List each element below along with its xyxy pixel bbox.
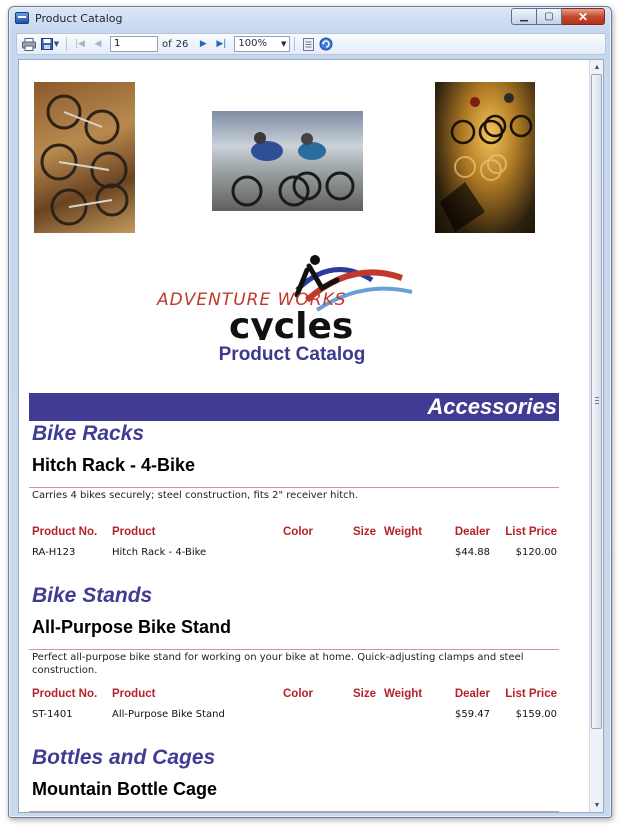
scroll-up-icon: ▲ (593, 63, 601, 71)
total-pages-label: 26 (175, 38, 189, 50)
bikes-in-dirt-photo (34, 82, 135, 233)
last-page-button[interactable]: ▶| (212, 35, 230, 53)
close-button[interactable]: ✕ (562, 8, 605, 25)
previous-page-button[interactable]: ◀ (89, 35, 107, 53)
catalog-title: Product Catalog (218, 344, 366, 365)
first-page-icon: |◀ (75, 39, 85, 49)
column-header-color: Color (283, 526, 314, 538)
column-header-weight: Weight (384, 526, 423, 538)
cell-product: All-Purpose Bike Stand (112, 709, 225, 720)
product-name: Hitch Rack - 4-Bike (32, 455, 196, 475)
close-icon: ✕ (577, 9, 589, 24)
scroll-down-button[interactable]: ▼ (590, 798, 603, 812)
app-icon (15, 12, 29, 24)
divider (29, 811, 559, 812)
cell-dealer: $44.88 (455, 547, 490, 558)
category-title: Accessories (427, 394, 557, 419)
column-header-product: Product (112, 526, 156, 538)
first-page-button[interactable]: |◀ (71, 35, 89, 53)
zoom-select[interactable]: 100% ▼ (234, 36, 291, 52)
last-page-icon: ▶| (216, 39, 227, 49)
next-page-icon: ▶ (199, 39, 207, 49)
divider (29, 487, 559, 488)
column-header-dealer: Dealer (454, 526, 490, 538)
cell-product: Hitch Rack - 4-Bike (112, 547, 207, 558)
save-icon (40, 38, 53, 50)
printer-icon (22, 37, 36, 51)
column-header-dealer: Dealer (454, 688, 490, 700)
report-page[interactable]: ADVENTURE WORKS cycles Product Catalog A… (18, 59, 604, 813)
dropdown-arrow-icon: ▼ (53, 40, 60, 48)
page-setup-button[interactable] (299, 35, 317, 53)
toolbar-separator (66, 37, 67, 51)
divider (29, 649, 559, 650)
minimize-icon: ▁ (520, 11, 528, 22)
report-toolbar: ▼ |◀ ◀ 1 of 26 ▶ ▶| 100% ▼ (16, 33, 606, 55)
column-header-size: Size (353, 526, 377, 538)
cell-list-price: $159.00 (515, 709, 557, 720)
export-button[interactable]: ▼ (38, 35, 62, 53)
grip-icon (595, 397, 599, 404)
cell-dealer: $59.47 (455, 709, 490, 720)
category-header: Accessories (29, 393, 559, 421)
subcategory-title: Bottles and Cages (32, 746, 216, 769)
zoom-value: 100% (238, 38, 267, 49)
product-name: All-Purpose Bike Stand (32, 617, 232, 637)
maximize-icon: ▢ (544, 11, 554, 22)
next-page-button[interactable]: ▶ (194, 35, 212, 53)
scroll-up-button[interactable]: ▲ (590, 60, 603, 74)
refresh-button[interactable] (317, 35, 335, 53)
cell-product-no: ST-1401 (32, 709, 73, 720)
column-header-list-price: List Price (505, 688, 557, 700)
column-header-size: Size (353, 688, 377, 700)
cell-product-no: RA-H123 (32, 547, 76, 558)
refresh-icon (319, 37, 333, 51)
toolbar-separator (294, 37, 296, 51)
subcategory-title: Bike Stands (32, 584, 153, 607)
window-title: Product Catalog (35, 12, 123, 25)
column-header-product: Product (112, 688, 156, 700)
report-viewer-window: Product Catalog ▁ ▢ ✕ ▼ |◀ ◀ 1 of 26 ▶ ▶… (8, 6, 612, 818)
column-header-list-price: List Price (505, 526, 557, 538)
column-header-color: Color (283, 688, 314, 700)
riders-motion-photo (212, 111, 363, 211)
adventure-works-logo: ADVENTURE WORKS cycles (147, 250, 427, 347)
chevron-down-icon: ▼ (280, 40, 287, 48)
sunset-riders-photo (435, 82, 535, 233)
current-page-input[interactable]: 1 (110, 36, 158, 52)
print-button[interactable] (20, 35, 38, 53)
column-header-product-no: Product No. (32, 526, 98, 538)
maximize-button[interactable]: ▢ (537, 8, 562, 25)
product-description: Perfect all-purpose bike stand for worki… (32, 652, 524, 676)
minimize-button[interactable]: ▁ (511, 8, 537, 25)
subcategory-title: Bike Racks (32, 422, 145, 445)
title-bar[interactable]: Product Catalog ▁ ▢ ✕ (9, 7, 611, 31)
scrollbar-thumb[interactable] (591, 74, 602, 729)
column-header-product-no: Product No. (32, 688, 98, 700)
product-description: Carries 4 bikes securely; steel construc… (32, 490, 359, 501)
page-layout-icon (302, 37, 314, 51)
cell-list-price: $120.00 (515, 547, 557, 558)
scroll-down-icon: ▼ (593, 801, 601, 809)
previous-page-icon: ◀ (94, 39, 102, 49)
page-of-label: of (162, 38, 172, 50)
column-header-weight: Weight (384, 688, 423, 700)
logo-brand-line2: cycles (229, 306, 353, 340)
vertical-scrollbar[interactable]: ▲ ▼ (589, 60, 603, 812)
window-controls: ▁ ▢ ✕ (511, 8, 605, 25)
product-name: Mountain Bottle Cage (32, 779, 217, 799)
